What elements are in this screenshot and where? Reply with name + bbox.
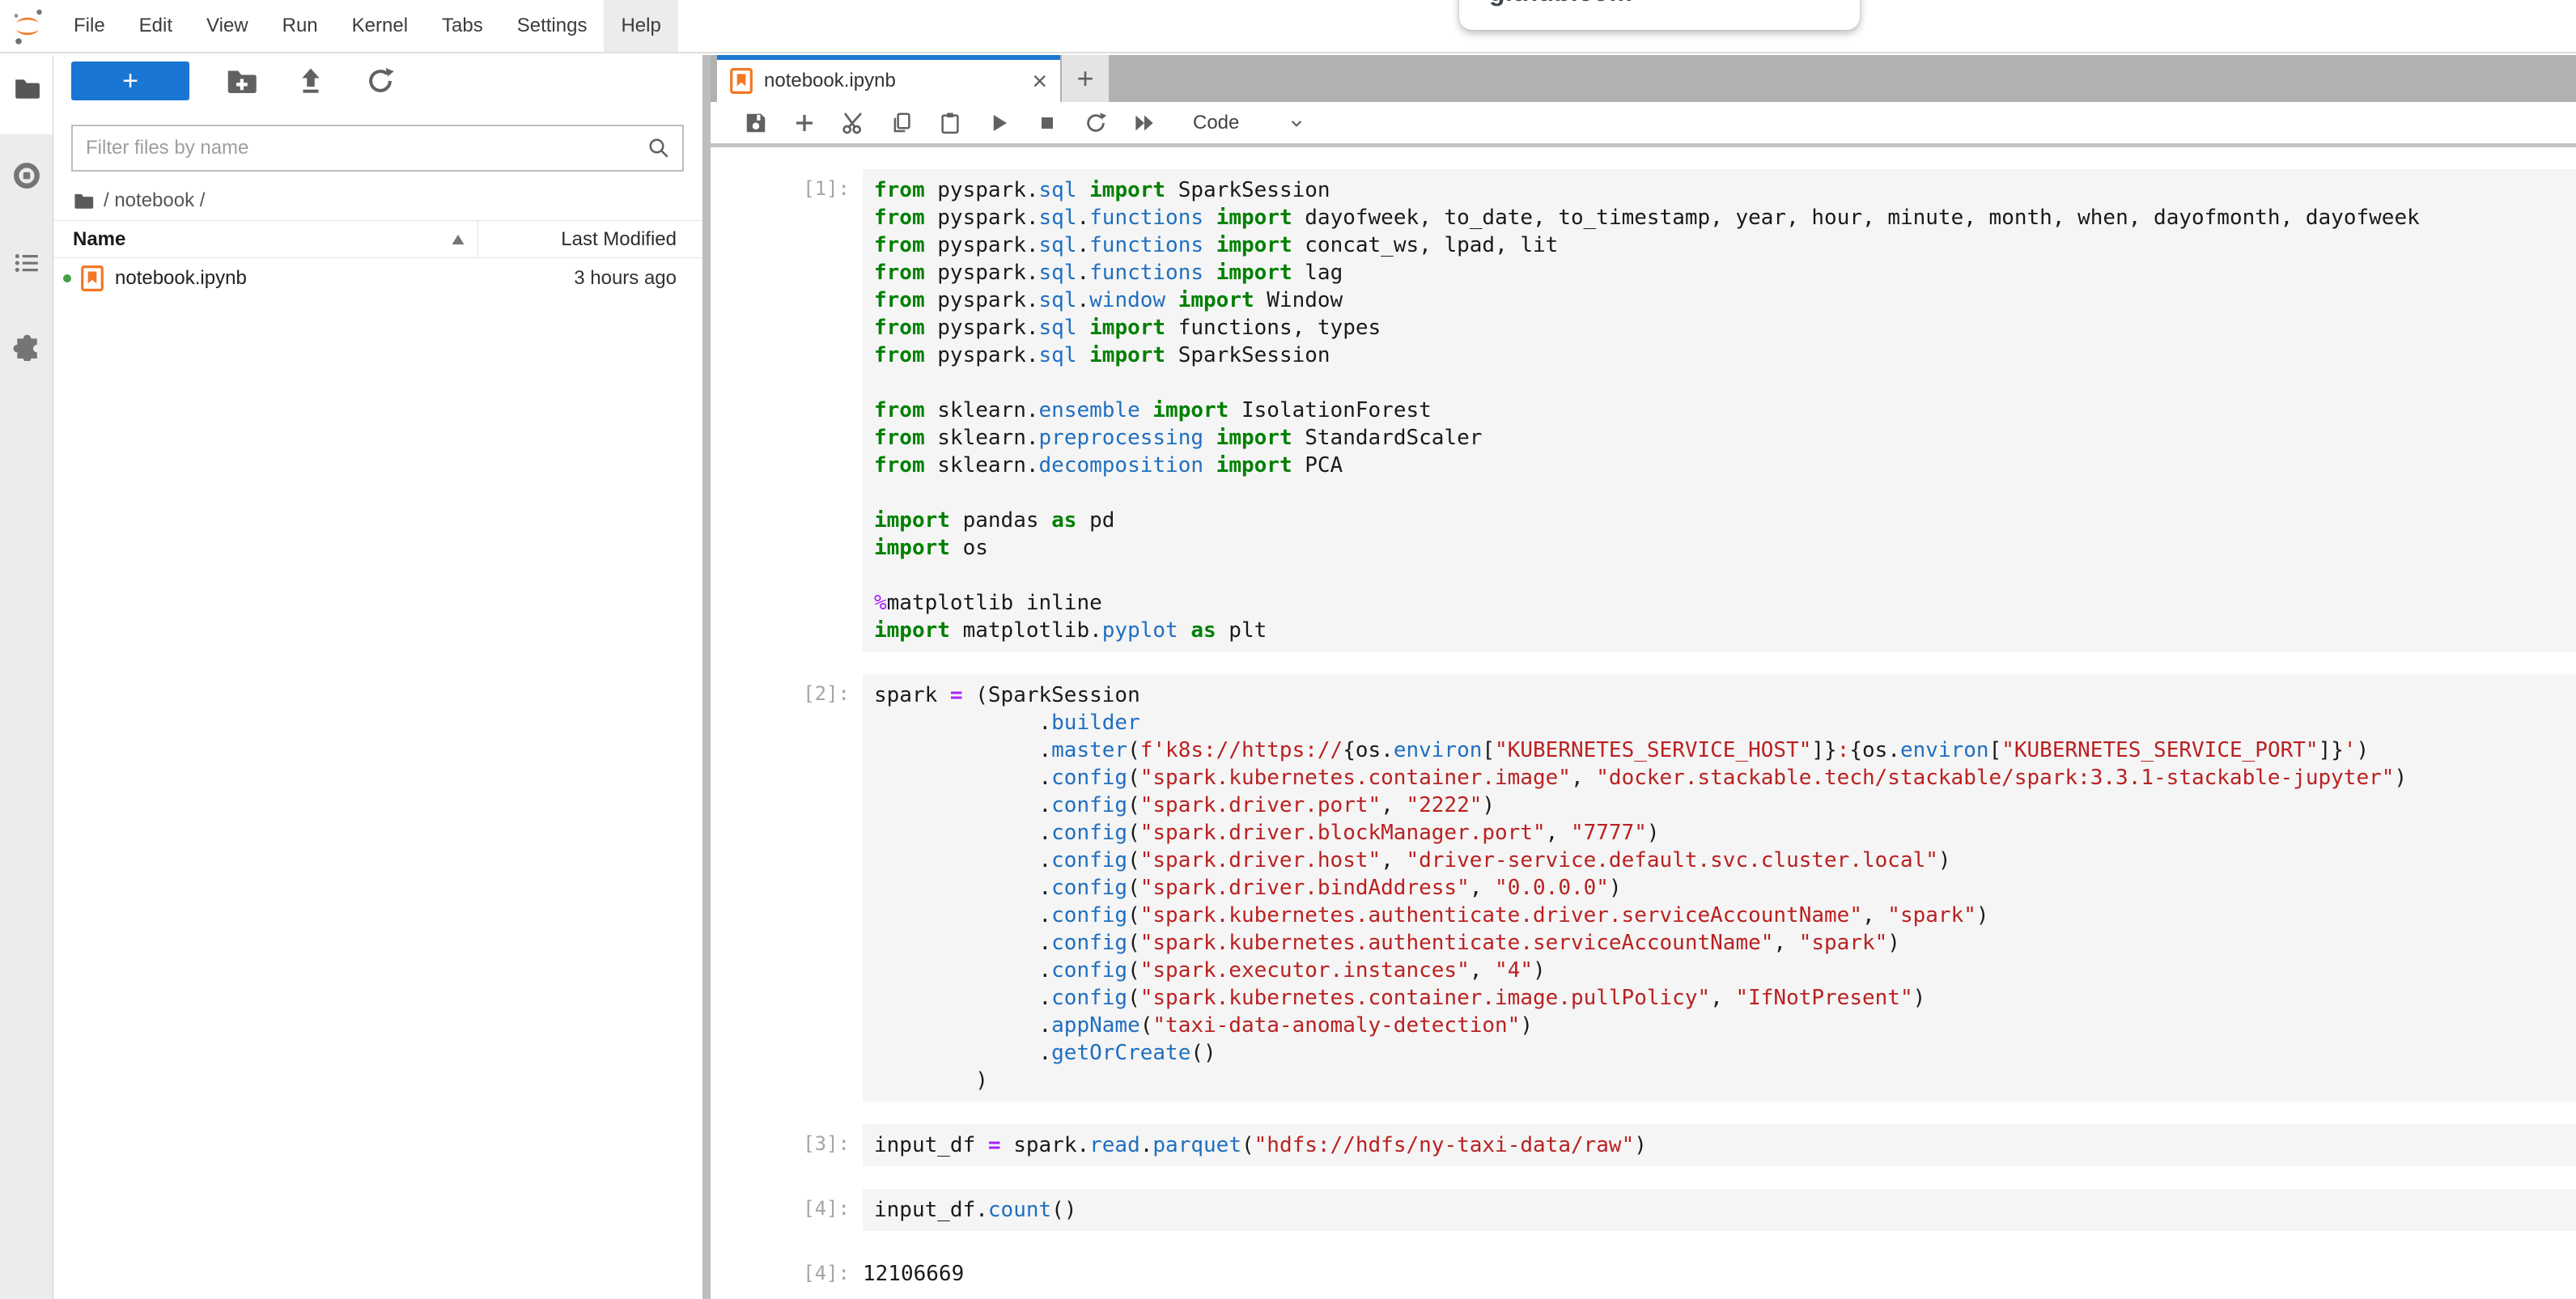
input-prompt: [4]: bbox=[711, 1189, 863, 1231]
cut-cells-button[interactable] bbox=[829, 105, 877, 141]
cell-type-select[interactable]: Code bbox=[1193, 112, 1239, 134]
file-browser-panel: + bbox=[53, 55, 702, 1299]
refresh-icon bbox=[365, 66, 396, 96]
run-cell-button[interactable] bbox=[974, 105, 1023, 141]
tab-title: notebook.ipynb bbox=[764, 70, 896, 92]
notebook-cells: [1]:from pyspark.sql import SparkSession… bbox=[711, 147, 2576, 1299]
notebook-file-icon bbox=[730, 68, 753, 94]
interrupt-kernel-button[interactable] bbox=[1023, 105, 1072, 141]
copy-icon bbox=[889, 111, 914, 135]
upload-icon bbox=[295, 66, 326, 96]
paste-cells-button[interactable] bbox=[926, 105, 974, 141]
menu-item-view[interactable]: View bbox=[189, 0, 265, 52]
tab-bar: notebook.ipynb × + bbox=[711, 55, 2576, 102]
new-folder-button[interactable] bbox=[223, 63, 259, 99]
cell-type-chevron-down-icon[interactable] bbox=[1286, 112, 1307, 134]
upload-button[interactable] bbox=[293, 63, 329, 99]
input-prompt: [1]: bbox=[711, 169, 863, 652]
tab-close-icon[interactable]: × bbox=[1032, 68, 1047, 94]
file-list: notebook.ipynb 3 hours ago bbox=[53, 259, 702, 298]
refresh-file-list-button[interactable] bbox=[363, 63, 398, 99]
breadcrumb-path[interactable]: / notebook / bbox=[104, 189, 205, 212]
restart-kernel-button[interactable] bbox=[1072, 105, 1120, 141]
menu-item-run[interactable]: Run bbox=[265, 0, 335, 52]
new-folder-icon bbox=[225, 65, 257, 97]
menu-item-file[interactable]: File bbox=[57, 0, 122, 52]
menu-item-edit[interactable]: Edit bbox=[122, 0, 189, 52]
save-icon bbox=[744, 111, 768, 135]
menu-item-help[interactable]: Help bbox=[604, 0, 677, 52]
new-launcher-plus: + bbox=[122, 67, 138, 95]
cut-icon bbox=[840, 110, 866, 136]
running-sessions-icon[interactable] bbox=[13, 162, 40, 189]
code-editor[interactable]: from pyspark.sql import SparkSessionfrom… bbox=[863, 169, 2576, 652]
restart-icon bbox=[1084, 111, 1108, 135]
extensions-icon[interactable] bbox=[13, 333, 40, 361]
panel-split-handle[interactable] bbox=[702, 55, 711, 1299]
menu-bar: FileEditViewRunKernelTabsSettingsHelp bbox=[0, 0, 2576, 53]
breadcrumb[interactable]: / notebook / bbox=[73, 189, 205, 212]
add-cell-button[interactable] bbox=[780, 105, 829, 141]
code-cell: [4]:input_df.count() bbox=[711, 1189, 2576, 1231]
search-icon bbox=[647, 136, 671, 160]
ipynb-file-icon bbox=[81, 265, 104, 291]
github-popup[interactable]: github.com bbox=[1459, 0, 1860, 30]
tab-notebook-ipynb[interactable]: notebook.ipynb × bbox=[717, 55, 1060, 102]
output-text: 12106669 bbox=[863, 1254, 964, 1286]
jupyter-logo bbox=[10, 5, 45, 47]
menu-items: FileEditViewRunKernelTabsSettingsHelp bbox=[57, 0, 678, 52]
save-button[interactable] bbox=[732, 105, 780, 141]
dock-strip-background bbox=[0, 134, 53, 1299]
stop-icon bbox=[1036, 112, 1059, 134]
code-editor[interactable]: input_df = spark.read.parquet("hdfs://hd… bbox=[863, 1124, 2576, 1166]
file-browser-toolbar: + bbox=[71, 62, 398, 100]
output-prompt: [4]: bbox=[711, 1254, 863, 1286]
menu-item-settings[interactable]: Settings bbox=[500, 0, 605, 52]
popup-domain-text: github.com bbox=[1489, 0, 1632, 7]
code-cell: [2]:spark = (SparkSession .builder .mast… bbox=[711, 674, 2576, 1102]
file-last-modified: 3 hours ago bbox=[574, 267, 702, 290]
code-cell: [3]:input_df = spark.read.parquet("hdfs:… bbox=[711, 1124, 2576, 1166]
paste-icon bbox=[938, 111, 962, 135]
file-browser-tab-folder-icon[interactable] bbox=[13, 74, 40, 102]
column-header-last-modified[interactable]: Last Modified bbox=[477, 221, 702, 257]
code-editor[interactable]: spark = (SparkSession .builder .master(f… bbox=[863, 674, 2576, 1102]
table-of-contents-icon[interactable] bbox=[13, 249, 40, 277]
column-header-name[interactable]: Name bbox=[53, 221, 477, 257]
input-prompt: [3]: bbox=[711, 1124, 863, 1166]
menu-item-tabs[interactable]: Tabs bbox=[425, 0, 500, 52]
notebook-toolbar: Code bbox=[711, 102, 2576, 147]
code-editor[interactable]: input_df.count() bbox=[863, 1189, 2576, 1231]
main-area: + bbox=[0, 55, 2576, 1299]
input-prompt: [2]: bbox=[711, 674, 863, 1102]
code-cell: [1]:from pyspark.sql import SparkSession… bbox=[711, 169, 2576, 652]
output-area: [4]:12106669 bbox=[711, 1254, 2576, 1286]
file-list-header: Name Last Modified bbox=[53, 220, 702, 258]
home-folder-icon[interactable] bbox=[73, 190, 94, 211]
file-filter-input[interactable] bbox=[73, 137, 647, 159]
run-all-icon bbox=[1131, 110, 1157, 136]
copy-cells-button[interactable] bbox=[877, 105, 926, 141]
file-filter-box bbox=[71, 125, 684, 172]
add-icon bbox=[792, 111, 817, 135]
left-dock-strip bbox=[0, 55, 53, 1299]
sort-ascending-icon bbox=[452, 235, 465, 244]
menu-item-kernel[interactable]: Kernel bbox=[335, 0, 425, 52]
notebook-panel: notebook.ipynb × + bbox=[711, 55, 2576, 1299]
new-tab-button[interactable]: + bbox=[1062, 55, 1109, 102]
file-name: notebook.ipynb bbox=[115, 267, 247, 290]
restart-run-all-button[interactable] bbox=[1120, 105, 1169, 141]
file-list-item[interactable]: notebook.ipynb 3 hours ago bbox=[53, 259, 702, 298]
run-icon bbox=[987, 111, 1011, 135]
new-launcher-button[interactable]: + bbox=[71, 62, 189, 100]
running-status-dot bbox=[63, 274, 71, 282]
